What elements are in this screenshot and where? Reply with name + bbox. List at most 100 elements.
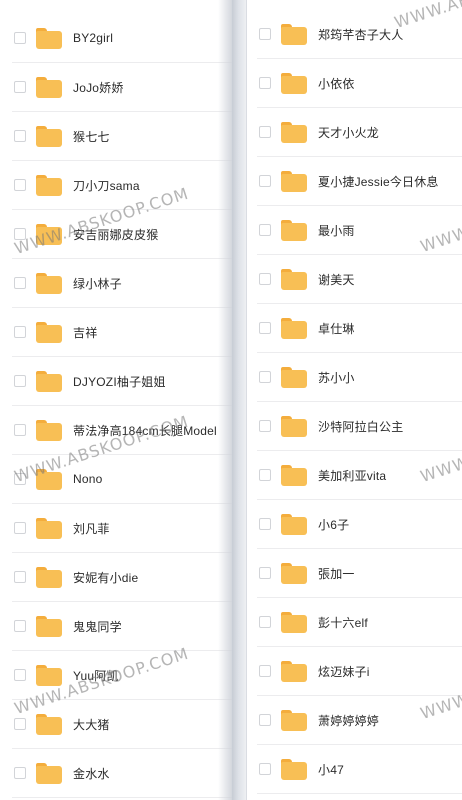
folder-name: 小依依 bbox=[318, 76, 355, 91]
panel-divider bbox=[232, 0, 246, 800]
checkbox-icon[interactable] bbox=[259, 273, 271, 285]
folder-name: 小6子 bbox=[318, 517, 350, 532]
folder-row[interactable]: 安妮有小die bbox=[12, 553, 232, 602]
checkbox-icon[interactable] bbox=[259, 420, 271, 432]
folder-row[interactable]: 小依依 bbox=[257, 59, 462, 108]
folder-row[interactable]: 張加一 bbox=[257, 549, 462, 598]
folder-row[interactable]: 吉祥 bbox=[12, 308, 232, 357]
folder-icon bbox=[36, 125, 62, 147]
checkbox-icon[interactable] bbox=[259, 518, 271, 530]
folder-icon bbox=[36, 76, 62, 98]
right-folder-panel: 郑筠芊杏子大人 小依依 天才小火龙 夏小捷Jessie今日休息 最小雨 谢美天 … bbox=[246, 0, 462, 800]
folder-name: 張加一 bbox=[318, 566, 355, 581]
folder-row[interactable]: 金水水 bbox=[12, 749, 232, 798]
folder-row[interactable]: 天才小火龙 bbox=[257, 108, 462, 157]
folder-row[interactable]: 沙特阿拉白公主 bbox=[257, 402, 462, 451]
checkbox-icon[interactable] bbox=[14, 81, 26, 93]
folder-name: 鬼鬼同学 bbox=[73, 619, 122, 634]
folder-row[interactable]: 谢美天 bbox=[257, 255, 462, 304]
folder-name: 夏小捷Jessie今日休息 bbox=[318, 174, 439, 189]
folder-icon bbox=[281, 709, 307, 731]
folder-row[interactable]: 苏小小 bbox=[257, 353, 462, 402]
checkbox-icon[interactable] bbox=[14, 326, 26, 338]
folder-icon bbox=[36, 419, 62, 441]
folder-name: 刘凡菲 bbox=[73, 521, 110, 536]
folder-row[interactable]: 卓仕琳 bbox=[257, 304, 462, 353]
folder-row[interactable]: JoJo娇娇 bbox=[12, 63, 232, 112]
checkbox-icon[interactable] bbox=[14, 277, 26, 289]
folder-icon bbox=[36, 713, 62, 735]
checkbox-icon[interactable] bbox=[259, 28, 271, 40]
folder-row[interactable]: 夏小捷Jessie今日休息 bbox=[257, 157, 462, 206]
folder-name: 卓仕琳 bbox=[318, 321, 355, 336]
folder-name: 猴七七 bbox=[73, 129, 110, 144]
folder-icon bbox=[281, 23, 307, 45]
folder-icon bbox=[36, 664, 62, 686]
checkbox-icon[interactable] bbox=[259, 224, 271, 236]
checkbox-icon[interactable] bbox=[14, 424, 26, 436]
folder-icon bbox=[281, 268, 307, 290]
folder-icon bbox=[36, 517, 62, 539]
checkbox-icon[interactable] bbox=[14, 179, 26, 191]
folder-icon bbox=[281, 366, 307, 388]
folder-icon bbox=[36, 321, 62, 343]
checkbox-icon[interactable] bbox=[14, 130, 26, 142]
folder-name: DJYOZI柚子姐姐 bbox=[73, 374, 166, 389]
checkbox-icon[interactable] bbox=[259, 763, 271, 775]
folder-name: 安妮有小die bbox=[73, 570, 139, 585]
folder-icon bbox=[36, 174, 62, 196]
folder-name: 大大猪 bbox=[73, 717, 110, 732]
checkbox-icon[interactable] bbox=[14, 375, 26, 387]
folder-icon bbox=[36, 272, 62, 294]
folder-icon bbox=[36, 762, 62, 784]
folder-name: 美加利亚vita bbox=[318, 468, 387, 483]
folder-row[interactable]: 刀小刀sama bbox=[12, 161, 232, 210]
folder-name: JoJo娇娇 bbox=[73, 80, 124, 95]
folder-row[interactable]: 炫迈妹子i bbox=[257, 647, 462, 696]
folder-row[interactable]: BY2girl bbox=[12, 14, 232, 63]
folder-row[interactable]: 小47 bbox=[257, 745, 462, 794]
folder-name: 炫迈妹子i bbox=[318, 664, 370, 679]
folder-name: 苏小小 bbox=[318, 370, 355, 385]
checkbox-icon[interactable] bbox=[14, 571, 26, 583]
checkbox-icon[interactable] bbox=[14, 669, 26, 681]
checkbox-icon[interactable] bbox=[259, 371, 271, 383]
folder-icon bbox=[281, 513, 307, 535]
checkbox-icon[interactable] bbox=[259, 126, 271, 138]
checkbox-icon[interactable] bbox=[259, 665, 271, 677]
checkbox-icon[interactable] bbox=[14, 620, 26, 632]
folder-name: 沙特阿拉白公主 bbox=[318, 419, 404, 434]
folder-icon bbox=[36, 566, 62, 588]
checkbox-icon[interactable] bbox=[259, 322, 271, 334]
folder-name: 天才小火龙 bbox=[318, 125, 380, 140]
folder-row[interactable]: 鬼鬼同学 bbox=[12, 602, 232, 651]
folder-icon bbox=[281, 72, 307, 94]
folder-row[interactable]: 猴七七 bbox=[12, 112, 232, 161]
checkbox-icon[interactable] bbox=[259, 469, 271, 481]
folder-name: BY2girl bbox=[73, 31, 114, 45]
folder-row[interactable]: 刘凡菲 bbox=[12, 504, 232, 553]
folder-icon bbox=[281, 562, 307, 584]
folder-row[interactable]: 小6子 bbox=[257, 500, 462, 549]
checkbox-icon[interactable] bbox=[259, 175, 271, 187]
checkbox-icon[interactable] bbox=[259, 714, 271, 726]
checkbox-icon[interactable] bbox=[259, 616, 271, 628]
folder-icon bbox=[36, 370, 62, 392]
folder-row[interactable]: 彭十六elf bbox=[257, 598, 462, 647]
folder-icon bbox=[281, 660, 307, 682]
checkbox-icon[interactable] bbox=[14, 522, 26, 534]
file-list-screenshot: BY2girl JoJo娇娇 猴七七 刀小刀sama 安吉丽娜皮皮猴 绿小林子 … bbox=[0, 0, 462, 800]
folder-name: 郑筠芊杏子大人 bbox=[318, 27, 404, 42]
folder-icon bbox=[281, 464, 307, 486]
checkbox-icon[interactable] bbox=[14, 718, 26, 730]
folder-icon bbox=[281, 170, 307, 192]
checkbox-icon[interactable] bbox=[259, 567, 271, 579]
folder-row[interactable]: 绿小林子 bbox=[12, 259, 232, 308]
checkbox-icon[interactable] bbox=[14, 32, 26, 44]
checkbox-icon[interactable] bbox=[259, 77, 271, 89]
folder-icon bbox=[36, 615, 62, 637]
checkbox-icon[interactable] bbox=[14, 767, 26, 779]
folder-name: 绿小林子 bbox=[73, 276, 122, 291]
folder-icon bbox=[281, 611, 307, 633]
folder-row[interactable]: DJYOZI柚子姐姐 bbox=[12, 357, 232, 406]
